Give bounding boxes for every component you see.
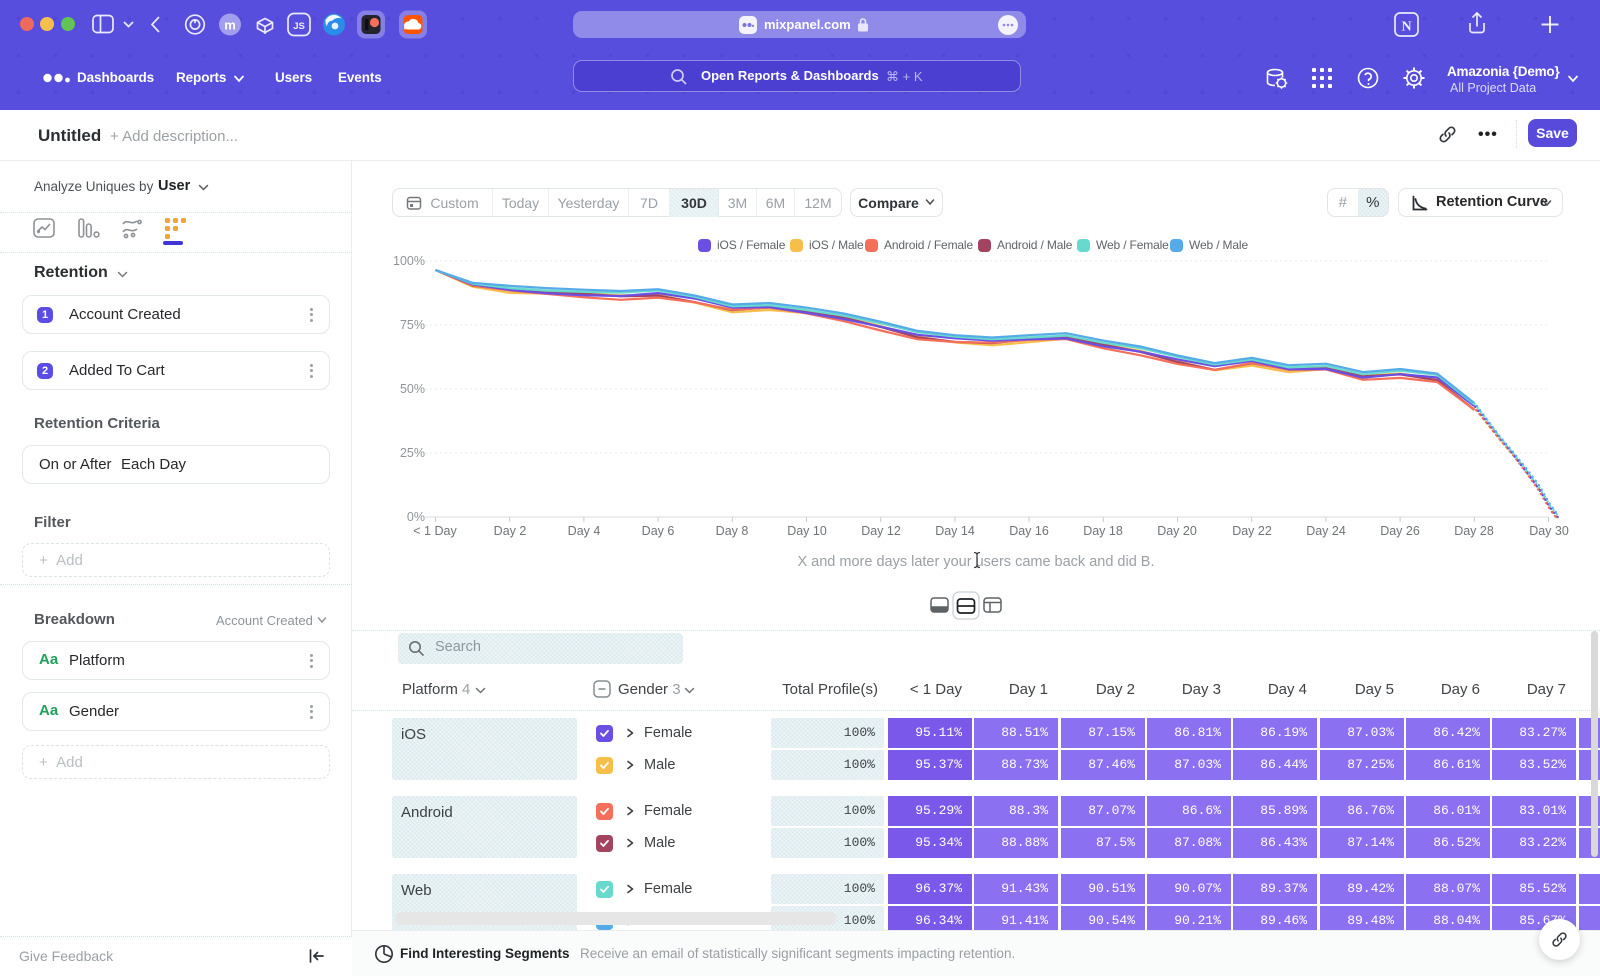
svg-text:N: N [1401, 20, 1411, 35]
svg-text:m: m [224, 18, 236, 33]
svg-text:JS: JS [293, 21, 305, 32]
